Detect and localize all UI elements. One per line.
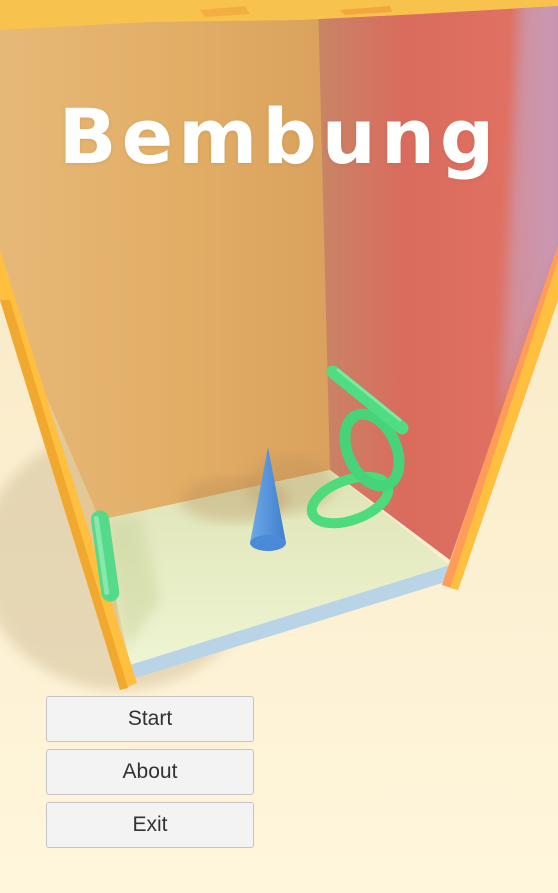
- start-button[interactable]: Start: [46, 696, 254, 742]
- main-menu: Start About Exit: [46, 696, 254, 855]
- about-button[interactable]: About: [46, 749, 254, 795]
- game-title: Bembung: [58, 92, 500, 181]
- blue-cone-base: [250, 535, 286, 551]
- exit-button[interactable]: Exit: [46, 802, 254, 848]
